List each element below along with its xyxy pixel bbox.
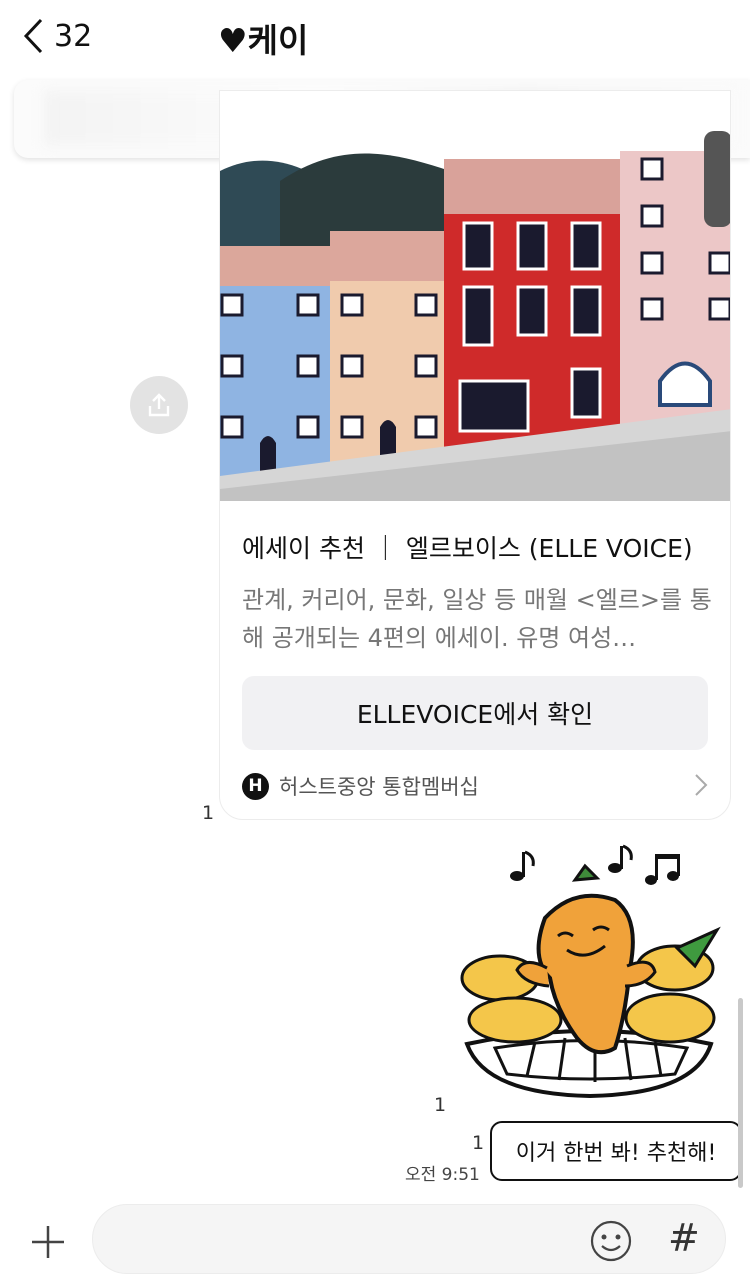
hashtag-search-button[interactable]: # — [668, 1216, 700, 1260]
card-action-button[interactable]: ELLEVOICE에서 확인 — [242, 676, 708, 750]
message-timestamp: 오전 9:51 — [405, 1165, 480, 1185]
card-thumbnail-image — [220, 91, 730, 501]
emoji-icon[interactable] — [590, 1220, 632, 1262]
chat-header: 32 ♥케이 — [0, 0, 750, 75]
scrollbar[interactable] — [738, 998, 743, 1188]
share-button[interactable] — [130, 376, 188, 434]
brand-name: 허스트중앙 통합멤버십 — [279, 775, 479, 799]
sticker-unread-count: 1 — [434, 1094, 447, 1116]
card-description: 관계, 커리어, 문화, 일상 등 매월 <엘르>를 통해 공개되는 4편의 에… — [242, 586, 712, 652]
card-unread-count: 1 — [202, 802, 215, 824]
plus-icon[interactable] — [30, 1224, 66, 1260]
back-button[interactable]: 32 — [22, 12, 92, 60]
brand-logo-icon: H — [242, 772, 269, 800]
share-icon — [148, 393, 170, 417]
chevron-right-icon — [695, 774, 708, 796]
message-bubble[interactable]: 이거 한번 봐! 추천해! — [490, 1121, 742, 1181]
unread-chat-count: 32 — [54, 18, 93, 54]
card-title: 에세이 추천 ｜ 엘르보이스 (ELLE VOICE) — [242, 534, 693, 563]
emoticon-sticker[interactable] — [455, 838, 730, 1100]
message-input-bar: # — [0, 1196, 750, 1284]
chat-screen: 32 ♥케이 에세이 추천 ｜ 엘르보이스 (ELLE VOICE) 관계, 커… — [0, 0, 750, 1284]
message-unread-count: 1 — [472, 1132, 485, 1154]
card-footer[interactable]: H 허스트중앙 통합멤버십 — [242, 771, 708, 801]
chat-title[interactable]: ♥케이 — [218, 14, 308, 62]
link-preview-card[interactable]: 에세이 추천 ｜ 엘르보이스 (ELLE VOICE) 관계, 커리어, 문화,… — [219, 90, 731, 820]
chevron-left-icon — [23, 18, 43, 54]
